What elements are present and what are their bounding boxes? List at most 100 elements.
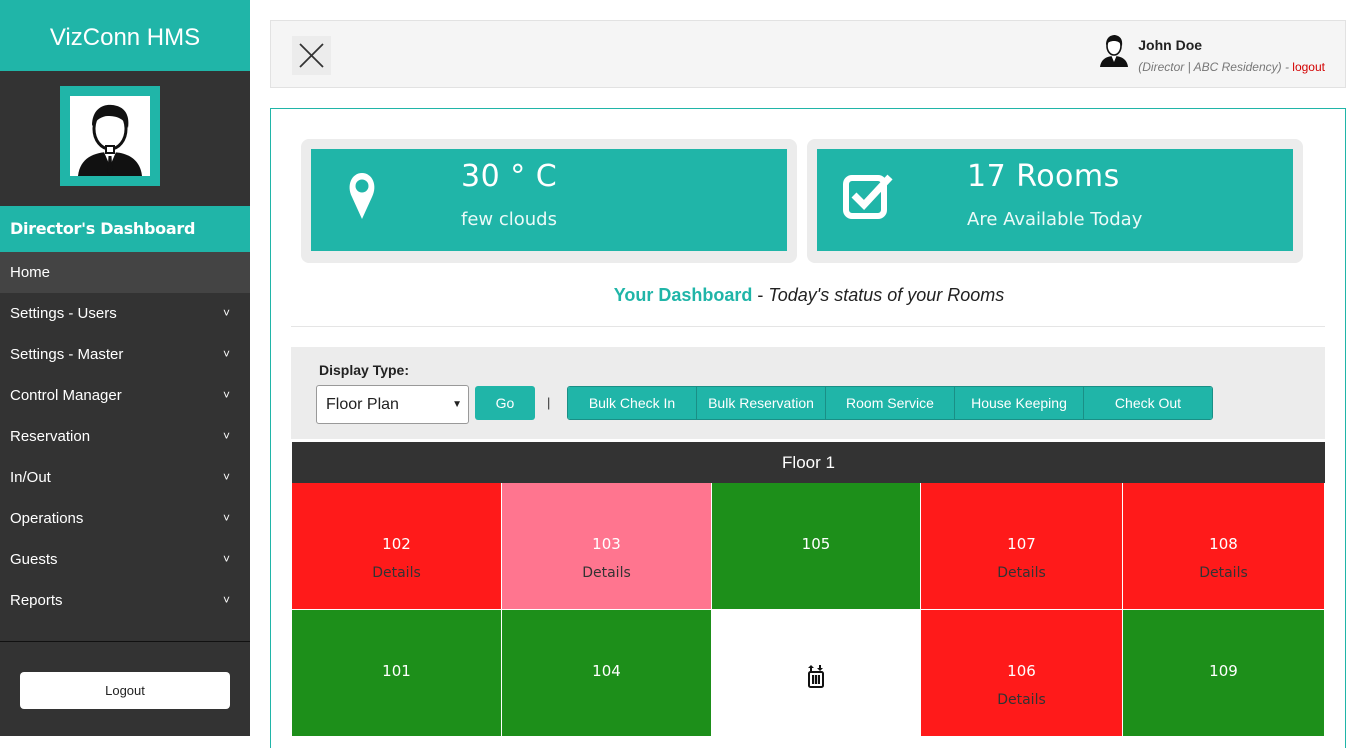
rooms-panel: 17 Rooms Are Available Today xyxy=(817,149,1293,251)
chevron-down-icon: ˅ xyxy=(222,470,230,484)
chevron-down-icon: ˅ xyxy=(222,552,230,566)
room-number: 104 xyxy=(592,662,621,680)
sidebar-item-reports[interactable]: Reports ˅ xyxy=(0,580,250,621)
divider xyxy=(291,326,1325,327)
display-type-select[interactable]: Floor Plan ▼ xyxy=(316,385,469,424)
role-title: Director's Dashboard xyxy=(0,206,250,252)
user-info: John Doe (Director | ABC Residency) - lo… xyxy=(1100,33,1325,77)
elevator-icon xyxy=(808,665,824,688)
room-number: 108 xyxy=(1209,535,1238,553)
room-tile[interactable]: 103 Details xyxy=(502,483,712,610)
chevron-down-icon: ˅ xyxy=(222,347,230,361)
rooms-available-description: Are Available Today xyxy=(967,209,1143,230)
room-number: 103 xyxy=(592,535,621,553)
floor-plan: Floor 1 102 Details 103 Details 105 107 Det… xyxy=(292,442,1325,737)
sidebar-item-label: In/Out xyxy=(10,469,51,486)
dashboard-subtitle: Today's status of your Rooms xyxy=(768,285,1005,305)
house-keeping-button[interactable]: House Keeping xyxy=(955,387,1084,419)
sidebar-item-label: Control Manager xyxy=(10,387,122,404)
room-tile[interactable]: 105 xyxy=(712,483,921,610)
go-button[interactable]: Go xyxy=(475,386,535,420)
room-details-link[interactable]: Details xyxy=(292,565,501,581)
close-sidebar-button[interactable] xyxy=(292,36,331,75)
check-out-button[interactable]: Check Out xyxy=(1084,387,1212,419)
user-role-text: (Director | ABC Residency) xyxy=(1138,60,1282,74)
room-tile[interactable]: 102 Details xyxy=(292,483,502,610)
sidebar-item-reservation[interactable]: Reservation ˅ xyxy=(0,416,250,457)
sidebar-item-settings-master[interactable]: Settings - Master ˅ xyxy=(0,334,250,375)
room-number: 106 xyxy=(1007,662,1036,680)
weather-panel: 30 ° C few clouds xyxy=(311,149,787,251)
chevron-down-icon: ˅ xyxy=(222,388,230,402)
toolbar-separator: | xyxy=(547,395,551,410)
room-service-button[interactable]: Room Service xyxy=(826,387,955,419)
weather-description: few clouds xyxy=(461,209,557,230)
sidebar-item-settings-users[interactable]: Settings - Users ˅ xyxy=(0,293,250,334)
sidebar-item-label: Settings - Master xyxy=(10,346,124,363)
close-icon xyxy=(299,43,324,68)
room-details-link[interactable]: Details xyxy=(502,565,711,581)
sidebar-item-label: Operations xyxy=(10,510,84,527)
sidebar-nav: Home Settings - Users ˅ Settings - Master… xyxy=(0,252,250,621)
room-tile[interactable]: 108 Details xyxy=(1123,483,1325,610)
sidebar-item-guests[interactable]: Guests ˅ xyxy=(0,539,250,580)
user-avatar-icon xyxy=(78,104,142,176)
user-meta-separator: - xyxy=(1281,60,1293,74)
room-number: 107 xyxy=(1007,535,1036,553)
chevron-down-icon: ˅ xyxy=(222,593,230,607)
sidebar-item-home[interactable]: Home xyxy=(0,252,250,293)
user-role: (Director | ABC Residency) - logout xyxy=(1138,60,1325,74)
bulk-reservation-button[interactable]: Bulk Reservation xyxy=(697,387,826,419)
room-details-link[interactable]: Details xyxy=(921,565,1122,581)
room-number: 109 xyxy=(1209,662,1238,680)
bulk-check-in-button[interactable]: Bulk Check In xyxy=(568,387,697,419)
chevron-down-icon: ˅ xyxy=(222,429,230,443)
logout-button[interactable]: Logout xyxy=(20,672,230,709)
room-details-link[interactable]: Details xyxy=(921,692,1122,708)
logout-link[interactable]: logout xyxy=(1292,60,1325,74)
action-button-group: Bulk Check In Bulk Reservation Room Serv… xyxy=(567,386,1213,420)
sidebar-item-operations[interactable]: Operations ˅ xyxy=(0,498,250,539)
floor-title: Floor 1 xyxy=(292,442,1325,483)
top-bar: John Doe (Director | ABC Residency) - lo… xyxy=(270,20,1346,88)
weather-card: 30 ° C few clouds xyxy=(301,139,797,263)
user-name: John Doe xyxy=(1138,37,1203,53)
display-type-label: Display Type: xyxy=(319,362,409,378)
user-avatar-icon xyxy=(1100,35,1129,67)
sidebar-item-label: Home xyxy=(10,264,51,281)
sidebar: VizConn HMS Director's Dashboard Home Se… xyxy=(0,0,250,736)
rooms-available-value: 17 Rooms xyxy=(967,159,1120,194)
location-pin-icon xyxy=(349,173,375,219)
main-content: 30 ° C few clouds 17 Rooms Are Available… xyxy=(270,108,1346,748)
checkbox-icon xyxy=(843,174,893,219)
display-type-value: Floor Plan xyxy=(326,396,399,413)
app-title: VizConn HMS xyxy=(0,0,250,71)
room-tile[interactable]: 109 xyxy=(1123,610,1325,737)
sidebar-item-label: Reservation xyxy=(10,428,91,445)
sidebar-divider xyxy=(0,641,250,642)
sidebar-item-in-out[interactable]: In/Out ˅ xyxy=(0,457,250,498)
dropdown-arrow-icon: ▼ xyxy=(452,399,462,410)
room-details-link[interactable]: Details xyxy=(1123,565,1324,581)
room-tile[interactable]: 106 Details xyxy=(921,610,1123,737)
elevator-tile xyxy=(712,610,921,737)
chevron-down-icon: ˅ xyxy=(222,511,230,525)
display-toolbar: Display Type: Floor Plan ▼ Go | Bulk Che… xyxy=(291,347,1325,439)
sidebar-item-label: Guests xyxy=(10,551,58,568)
dashboard-dash: - xyxy=(752,285,769,305)
room-number: 101 xyxy=(382,662,411,680)
room-tile[interactable]: 107 Details xyxy=(921,483,1123,610)
room-number: 105 xyxy=(801,535,831,553)
dashboard-title: Your Dashboard xyxy=(613,285,753,305)
rooms-card: 17 Rooms Are Available Today xyxy=(807,139,1303,263)
room-grid: 102 Details 103 Details 105 107 Details 108… xyxy=(292,483,1325,737)
room-tile[interactable]: 104 xyxy=(502,610,712,737)
room-number: 102 xyxy=(382,535,411,553)
chevron-down-icon: ˅ xyxy=(222,306,230,320)
sidebar-item-control-manager[interactable]: Control Manager ˅ xyxy=(0,375,250,416)
sidebar-item-label: Reports xyxy=(10,592,63,609)
dashboard-heading: Your Dashboard - Today's status of your … xyxy=(271,285,1347,306)
sidebar-item-label: Settings - Users xyxy=(10,305,117,322)
room-tile[interactable]: 101 xyxy=(292,610,502,737)
temperature-value: 30 ° C xyxy=(461,159,558,194)
